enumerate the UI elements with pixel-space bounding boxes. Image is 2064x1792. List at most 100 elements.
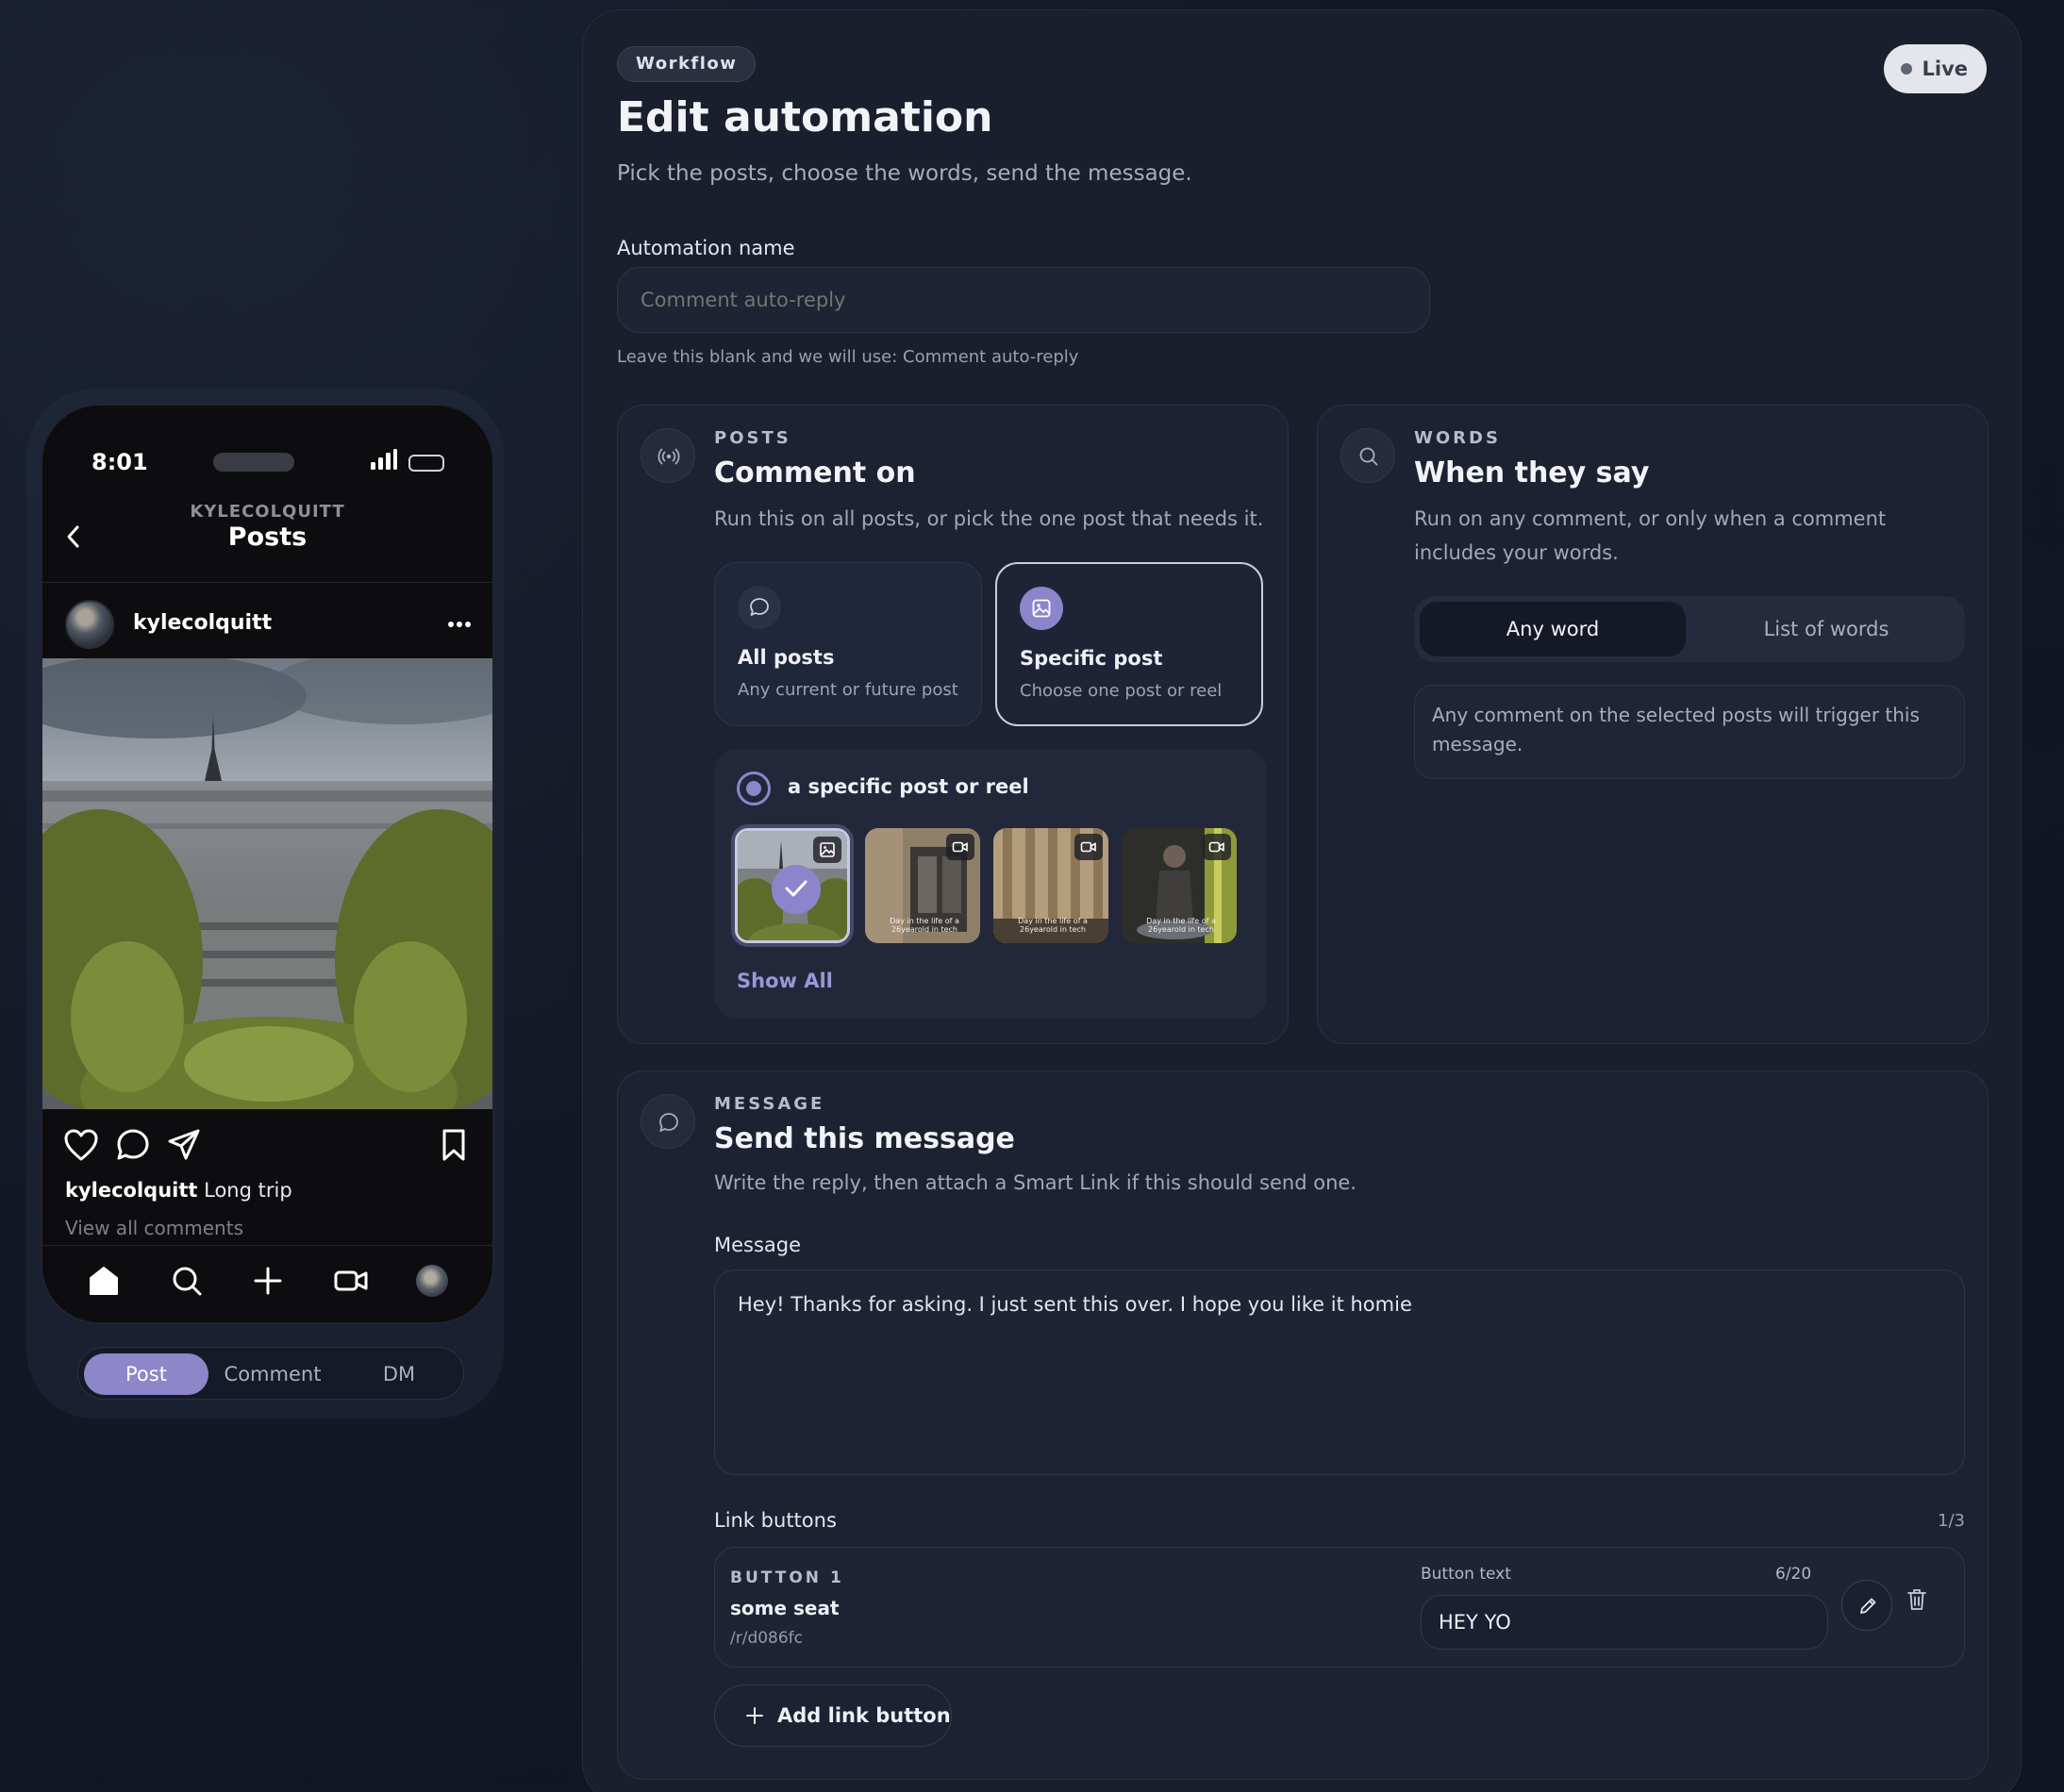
button-text-input[interactable]: HEY YO	[1421, 1595, 1828, 1650]
automation-name-hint: Leave this blank and we will use: Commen…	[617, 347, 1079, 367]
trash-icon[interactable]	[1906, 1587, 1928, 1612]
posts-card: POSTS Comment on Run this on all posts, …	[617, 405, 1289, 1044]
comment-bubble-icon	[738, 586, 781, 629]
status-badge[interactable]: Live	[1884, 44, 1987, 93]
heart-icon[interactable]	[63, 1128, 99, 1162]
option-all-posts[interactable]: All posts Any current or future post	[714, 562, 982, 726]
video-type-icon	[946, 834, 974, 860]
post-header: kylecolquitt	[42, 585, 492, 670]
posts-title: Comment on	[714, 456, 916, 489]
preview-tab-comment[interactable]: Comment	[210, 1353, 335, 1395]
words-card: WORDS When they say Run on any comment, …	[1317, 405, 1989, 1044]
message-eyebrow: MESSAGE	[714, 1094, 825, 1114]
reel-thumbnail[interactable]: Day in the life of a 26yearold in tech	[1122, 828, 1237, 943]
message-icon	[641, 1094, 695, 1149]
specific-post-label: a specific post or reel	[788, 775, 1029, 798]
bookmark-icon[interactable]	[441, 1128, 467, 1162]
message-textarea[interactable]: Hey! Thanks for asking. I just sent this…	[714, 1269, 1965, 1475]
reel-caption: Day in the life of a 26yearold in tech	[890, 917, 959, 934]
caption-text: Long trip	[204, 1179, 292, 1202]
button-link-name: some seat	[730, 1597, 840, 1619]
create-icon[interactable]	[252, 1265, 284, 1297]
comment-icon[interactable]	[116, 1128, 150, 1162]
image-icon	[1020, 587, 1063, 630]
preview-tab-dm[interactable]: DM	[337, 1353, 461, 1395]
link-button-row: BUTTON 1 some seat /r/d086fc Button text…	[714, 1547, 1965, 1668]
edit-button[interactable]	[1841, 1580, 1892, 1631]
reel-thumbnail[interactable]: Day in the life of a 26yearold in tech	[865, 828, 980, 943]
image-type-icon	[813, 837, 841, 863]
specific-post-radio[interactable]	[737, 772, 771, 805]
reel-thumbnail[interactable]: Day in the life of a 26yearold in tech	[993, 828, 1108, 943]
link-buttons-count: 1/3	[1938, 1511, 1965, 1531]
option-specific-post[interactable]: Specific post Choose one post or reel	[995, 562, 1263, 726]
show-all-link[interactable]: Show All	[737, 970, 833, 992]
broadcast-icon	[641, 428, 695, 483]
search-icon[interactable]	[171, 1265, 203, 1297]
option-specific-post-sub: Choose one post or reel	[1020, 681, 1223, 701]
automation-editor: Workflow Live Edit automation Pick the p…	[582, 9, 2022, 1792]
button-text-count: 6/20	[1775, 1565, 1812, 1584]
button-link-url: /r/d086fc	[730, 1629, 804, 1648]
home-icon[interactable]	[88, 1265, 120, 1297]
preview-mode-switch: Post Comment DM	[77, 1347, 464, 1400]
option-all-posts-sub: Any current or future post	[738, 680, 958, 700]
message-label: Message	[714, 1234, 802, 1256]
status-label: Live	[1922, 58, 1968, 80]
search-icon	[1340, 428, 1395, 483]
add-link-button-label: Add link button	[777, 1704, 951, 1727]
reels-icon[interactable]	[333, 1265, 369, 1297]
profile-handle: KYLECOLQUITT	[190, 502, 345, 522]
reel-caption: Day in the life of a 26yearold in tech	[1146, 917, 1216, 934]
battery-icon	[408, 455, 444, 472]
selected-check-icon	[772, 865, 821, 914]
reel-caption: Day in the life of a 26yearold in tech	[1018, 917, 1088, 934]
post-actions	[42, 1128, 492, 1175]
page-title: Edit automation	[617, 93, 993, 141]
preview-tab-post[interactable]: Post	[84, 1353, 208, 1395]
post-image	[42, 658, 492, 1109]
post-picker: a specific post or reel Day in the life …	[714, 749, 1267, 1019]
message-card: MESSAGE Send this message Write the repl…	[617, 1070, 1989, 1780]
option-specific-post-title: Specific post	[1020, 647, 1163, 670]
button-text-label: Button text	[1421, 1565, 1511, 1584]
posts-description: Run this on all posts, or pick the one p…	[714, 507, 1264, 530]
post-username[interactable]: kylecolquitt	[133, 611, 272, 635]
view-comments-link[interactable]: View all comments	[65, 1217, 243, 1239]
posts-eyebrow: POSTS	[714, 428, 791, 448]
share-icon[interactable]	[167, 1128, 201, 1162]
automation-name-label: Automation name	[617, 237, 795, 259]
any-word-option[interactable]: Any word	[1420, 602, 1686, 656]
words-eyebrow: WORDS	[1414, 428, 1501, 448]
message-description: Write the reply, then attach a Smart Lin…	[714, 1171, 1357, 1194]
phone-preview: 8:01 KYLECOLQUITT Posts kylecolquitt kyl…	[41, 404, 494, 1324]
word-match-toggle: Any word List of words	[1414, 596, 1965, 662]
status-bar: 8:01	[42, 406, 492, 511]
message-title: Send this message	[714, 1122, 1015, 1155]
post-caption: kylecolquitt Long trip	[65, 1179, 292, 1202]
page-title: Posts	[227, 523, 308, 552]
pencil-icon	[1860, 1598, 1876, 1614]
words-title: When they say	[1414, 456, 1650, 489]
workflow-chip: Workflow	[617, 46, 757, 82]
status-time: 8:01	[92, 449, 148, 475]
post-thumbnail[interactable]	[735, 828, 850, 943]
video-type-icon	[1074, 834, 1103, 860]
status-dot	[1901, 63, 1913, 75]
option-all-posts-title: All posts	[738, 646, 835, 669]
profile-avatar[interactable]	[416, 1265, 448, 1297]
button-eyebrow: BUTTON 1	[730, 1568, 844, 1587]
more-icon[interactable]	[447, 621, 472, 628]
video-type-icon	[1203, 834, 1231, 860]
list-of-words-option[interactable]: List of words	[1693, 602, 1959, 656]
trigger-info: Any comment on the selected posts will t…	[1414, 685, 1965, 779]
caption-username[interactable]: kylecolquitt	[65, 1179, 197, 1202]
link-buttons-label: Link buttons	[714, 1509, 837, 1532]
plus-icon	[746, 1707, 763, 1724]
avatar[interactable]	[65, 600, 114, 649]
add-link-button[interactable]: Add link button	[714, 1684, 952, 1747]
bottom-tab-bar	[42, 1245, 492, 1322]
page-subtitle: Pick the posts, choose the words, send t…	[617, 161, 1192, 186]
automation-name-input[interactable]	[617, 267, 1430, 333]
posts-header: KYLECOLQUITT Posts	[42, 502, 492, 583]
